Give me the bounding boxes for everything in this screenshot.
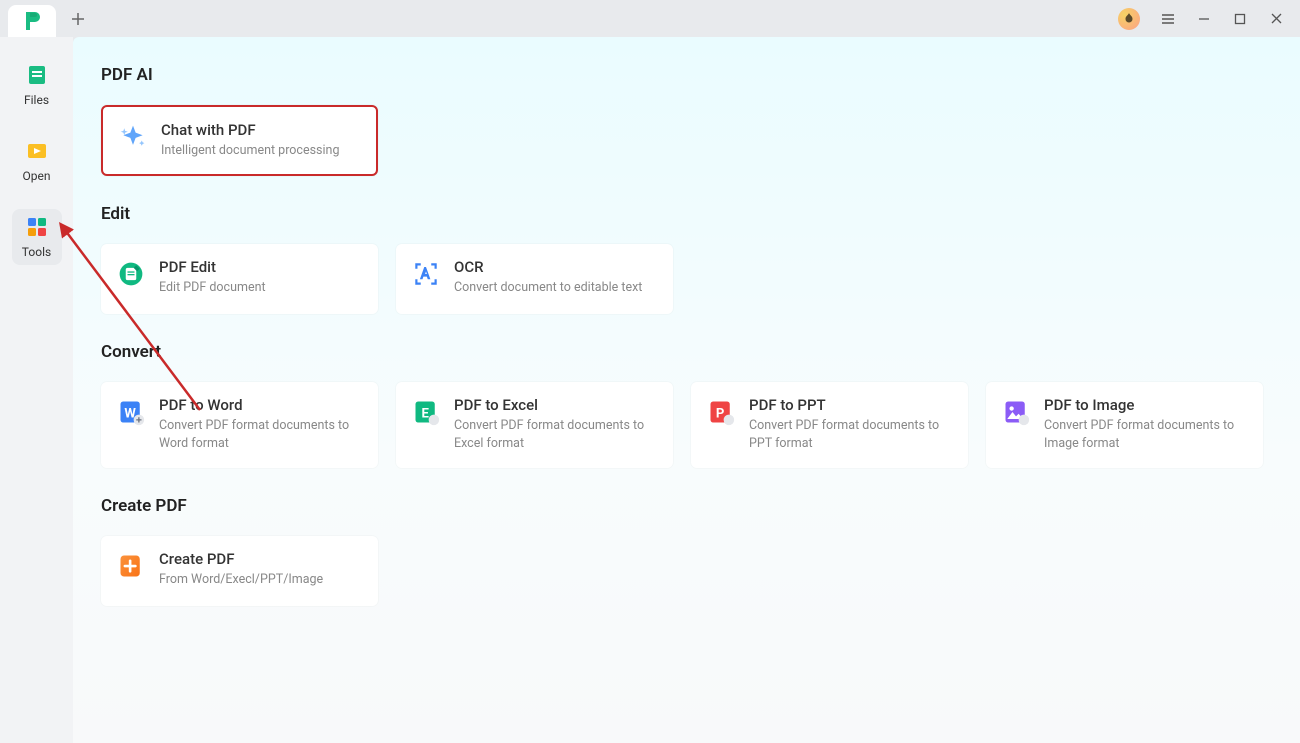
new-tab-button[interactable] (64, 5, 92, 33)
card-sub: From Word/Execl/PPT/Image (159, 571, 362, 589)
card-sub: Edit PDF document (159, 279, 362, 297)
section-convert: Convert W PDF to Word Convert PDF format… (101, 342, 1300, 468)
card-pdf-to-excel[interactable]: E PDF to Excel Convert PDF format docume… (396, 382, 673, 468)
sidebar-item-tools[interactable]: Tools (12, 209, 62, 265)
section-create: Create PDF Create PDF From Word/Execl/PP… (101, 496, 1300, 606)
card-ocr[interactable]: OCR Convert document to editable text (396, 244, 673, 314)
card-title: PDF to Word (159, 396, 362, 414)
user-avatar[interactable] (1118, 8, 1140, 30)
card-sub: Convert document to editable text (454, 279, 657, 297)
sparkle-icon (119, 123, 147, 151)
card-sub: Convert PDF format documents to Word for… (159, 417, 362, 453)
card-chat-with-pdf[interactable]: Chat with PDF Intelligent document proce… (101, 105, 378, 176)
plus-icon (71, 12, 85, 26)
card-create-pdf[interactable]: Create PDF From Word/Execl/PPT/Image (101, 536, 378, 606)
svg-text:P: P (716, 406, 724, 421)
card-title: Create PDF (159, 550, 362, 568)
minimize-button[interactable] (1188, 5, 1220, 33)
sidebar-item-open[interactable]: Open (12, 133, 62, 189)
card-title: Chat with PDF (161, 121, 360, 139)
main-content: PDF AI Chat with PDF Intelligent documen… (73, 37, 1300, 743)
card-title: PDF Edit (159, 258, 362, 276)
card-pdf-edit[interactable]: PDF Edit Edit PDF document (101, 244, 378, 314)
card-sub: Convert PDF format documents to Excel fo… (454, 417, 657, 453)
excel-icon: E (412, 398, 440, 426)
card-pdf-to-image[interactable]: PDF to Image Convert PDF format document… (986, 382, 1263, 468)
menu-button[interactable] (1152, 5, 1184, 33)
card-title: PDF to Excel (454, 396, 657, 414)
open-icon (25, 139, 49, 163)
section-edit: Edit PDF Edit Edit PDF document OCR Conv… (101, 204, 1300, 314)
card-title: OCR (454, 258, 657, 276)
maximize-icon (1234, 13, 1246, 25)
section-title-create: Create PDF (101, 496, 1300, 516)
sidebar-files-label: Files (24, 93, 49, 107)
tools-icon (25, 215, 49, 239)
section-title-convert: Convert (101, 342, 1300, 362)
section-title-pdfai: PDF AI (101, 65, 1300, 85)
pdf-edit-icon (117, 260, 145, 288)
sidebar: Files Open Tools (0, 37, 73, 743)
sidebar-item-files[interactable]: Files (12, 57, 62, 113)
ppt-icon: P (707, 398, 735, 426)
avatar-icon (1122, 12, 1136, 26)
section-pdfai: PDF AI Chat with PDF Intelligent documen… (101, 65, 1300, 176)
app-tab[interactable] (8, 5, 56, 37)
card-title: PDF to PPT (749, 396, 952, 414)
card-pdf-to-word[interactable]: W PDF to Word Convert PDF format documen… (101, 382, 378, 468)
card-title: PDF to Image (1044, 396, 1247, 414)
title-bar (0, 0, 1300, 37)
card-sub: Convert PDF format documents to Image fo… (1044, 417, 1247, 453)
word-icon: W (117, 398, 145, 426)
section-title-edit: Edit (101, 204, 1300, 224)
create-pdf-icon (117, 552, 145, 580)
app-logo-icon (20, 9, 44, 33)
image-icon (1002, 398, 1030, 426)
sidebar-open-label: Open (23, 169, 51, 183)
sidebar-tools-label: Tools (22, 245, 51, 259)
svg-text:E: E (421, 406, 429, 421)
close-button[interactable] (1260, 5, 1292, 33)
card-sub: Convert PDF format documents to PPT form… (749, 417, 952, 453)
files-icon (25, 63, 49, 87)
ocr-icon (412, 260, 440, 288)
card-sub: Intelligent document processing (161, 142, 360, 160)
maximize-button[interactable] (1224, 5, 1256, 33)
minimize-icon (1197, 12, 1211, 26)
card-pdf-to-ppt[interactable]: P PDF to PPT Convert PDF format document… (691, 382, 968, 468)
hamburger-icon (1160, 11, 1176, 27)
close-icon (1270, 12, 1283, 25)
